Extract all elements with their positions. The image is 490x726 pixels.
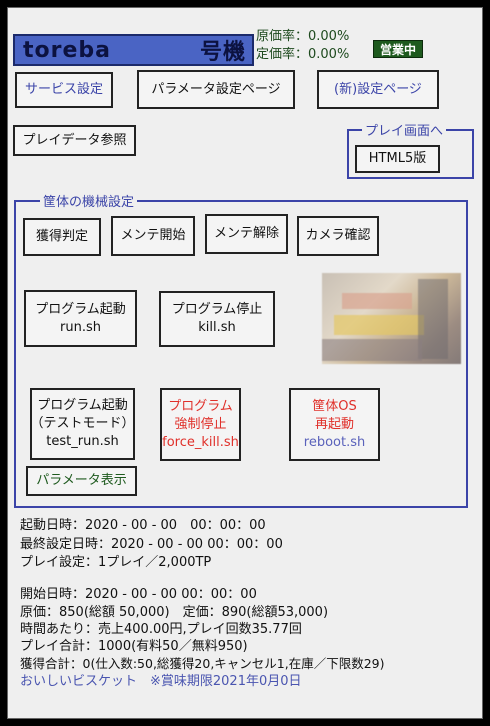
- last-set-datetime: 最終設定日時：2020 - 00 - 00 00：00：00: [20, 537, 283, 552]
- os-reboot-button[interactable]: 筐体OS 再起動 reboot.sh: [289, 388, 380, 461]
- program-stop-button[interactable]: プログラム停止 kill.sh: [159, 291, 275, 347]
- force-stop-script: force_kill.sh: [162, 434, 239, 450]
- fixed-rate: 定価率：0.00%: [256, 47, 350, 62]
- machine-number-label: 号機: [199, 40, 246, 65]
- program-test-script: test_run.sh: [46, 434, 119, 449]
- program-test-label: プログラム起動: [37, 398, 128, 413]
- program-stop-label: プログラム停止: [171, 302, 263, 317]
- program-start-label: プログラム起動: [35, 301, 126, 317]
- status-badge: 営業中: [373, 40, 423, 58]
- os-reboot-script: reboot.sh: [303, 434, 366, 450]
- program-test-button[interactable]: プログラム起動 （テストモード） test_run.sh: [30, 388, 135, 460]
- camera-check-button[interactable]: カメラ確認: [297, 216, 379, 256]
- camera-blur-region: [418, 279, 448, 359]
- acquire-total: 獲得合計：0(仕入数:50,総獲得20,キャンセル1,在庫／下限数29): [20, 656, 385, 671]
- camera-blur-region: [322, 339, 422, 361]
- machine-brand: toreba: [23, 37, 111, 63]
- new-settings-button[interactable]: (新)設定ページ: [317, 70, 439, 109]
- os-reboot-label: 筐体OS: [312, 398, 357, 414]
- open-datetime: 開始日時：2020 - 00 - 00 00：00：00: [20, 587, 257, 602]
- machine-settings-legend: 筐体の機械設定: [40, 191, 138, 210]
- per-hour-info: 時間あたり：売上400.00円,プレイ回数35.77回: [20, 622, 302, 637]
- machine-title-bar: toreba 号機: [13, 34, 254, 66]
- maintenance-start-button[interactable]: メンテ開始: [111, 216, 195, 256]
- force-stop-label: プログラム: [168, 398, 233, 414]
- show-parameters-button[interactable]: パラメータ表示: [26, 466, 137, 496]
- start-datetime: 起動日時：2020 - 00 - 00 00：00：00: [20, 518, 266, 533]
- camera-blur-region: [342, 293, 412, 309]
- force-stop-label-2: 強制停止: [174, 416, 227, 432]
- program-test-mode: （テストモード）: [30, 416, 135, 431]
- program-stop-script: kill.sh: [198, 320, 236, 335]
- maintenance-end-button[interactable]: メンテ解除: [205, 214, 288, 254]
- camera-preview-image: [322, 273, 461, 364]
- price-info: 原価：850(総額 50,000) 定価：890(総額53,000): [20, 605, 329, 620]
- program-start-button[interactable]: プログラム起動 run.sh: [24, 290, 137, 347]
- prize-name: おいしいビスケット ※賞味期限2021年0月0日: [20, 674, 302, 689]
- os-reboot-label-2: 再起動: [314, 416, 354, 432]
- play-total: プレイ合計：1000(有料50／無料950): [20, 639, 248, 654]
- program-force-stop-button[interactable]: プログラム 強制停止 force_kill.sh: [160, 388, 241, 461]
- html5-button[interactable]: HTML5版: [355, 145, 440, 173]
- play-data-button[interactable]: プレイデータ参照: [13, 125, 136, 156]
- service-settings-button[interactable]: サービス設定: [15, 72, 113, 108]
- acquire-judge-button[interactable]: 獲得判定: [23, 218, 101, 256]
- play-screen-legend: プレイ画面へ: [362, 120, 447, 139]
- parameter-settings-button[interactable]: パラメータ設定ページ: [137, 70, 295, 109]
- program-start-script: run.sh: [60, 319, 101, 335]
- camera-blur-region: [334, 315, 424, 335]
- cost-rate: 原価率：0.00%: [256, 29, 350, 44]
- play-setting: プレイ設定：1プレイ／2,000TP: [20, 555, 212, 570]
